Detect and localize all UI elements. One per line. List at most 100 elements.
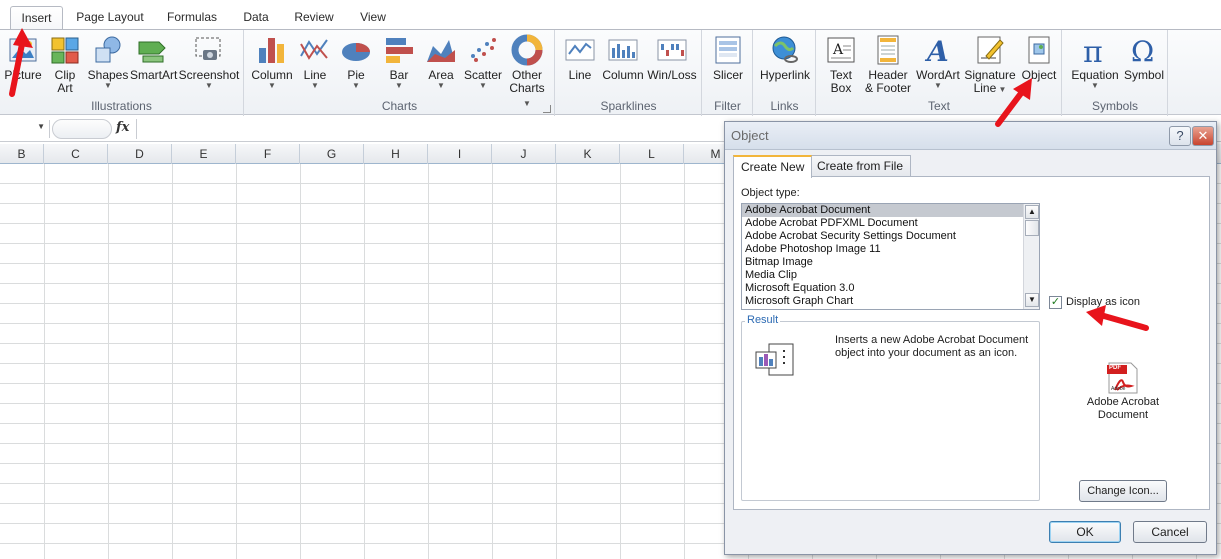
line-chart-icon xyxy=(300,39,328,60)
change-icon-button[interactable]: Change Icon... xyxy=(1079,480,1167,502)
clip-art-button[interactable]: Clip Art xyxy=(46,32,84,95)
scatter-chart-icon xyxy=(471,38,496,62)
group-charts: Column ▼ Line ▼ Pie ▼ Bar ▼ Area ▼ Scatt… xyxy=(245,30,555,116)
name-box[interactable]: ▼ xyxy=(0,120,50,138)
column-chart-button[interactable]: Column ▼ xyxy=(249,32,295,90)
bar-chart-button[interactable]: Bar ▼ xyxy=(379,32,419,90)
help-button[interactable]: ? xyxy=(1169,126,1191,146)
signature-line-button[interactable]: Signature Line ▼ xyxy=(963,32,1017,96)
scatter-chart-button[interactable]: Scatter ▼ xyxy=(461,32,505,90)
sparkline-line-button[interactable]: Line xyxy=(560,32,600,82)
icon-caption-line2: Document xyxy=(1097,409,1149,421)
chevron-down-icon: ▼ xyxy=(311,81,319,90)
dialog-title-bar[interactable]: Object ? ✕ xyxy=(725,122,1216,150)
tab-create-new[interactable]: Create New xyxy=(733,155,813,178)
column-header[interactable]: F xyxy=(236,144,300,164)
column-header[interactable]: E xyxy=(172,144,236,164)
text-box-label-line1: Text xyxy=(829,68,852,82)
line-chart-button[interactable]: Line ▼ xyxy=(295,32,335,90)
tab-formulas[interactable]: Formulas xyxy=(160,6,224,30)
column-header[interactable]: B xyxy=(0,144,44,164)
wordart-label: WordArt xyxy=(916,68,960,82)
smartart-button[interactable]: SmartArt xyxy=(130,32,177,82)
sparkline-winloss-button[interactable]: Win/Loss xyxy=(646,32,698,82)
picture-button[interactable]: Picture xyxy=(2,32,44,82)
scatter-label: Scatter xyxy=(463,68,502,82)
ok-button[interactable]: OK xyxy=(1049,521,1121,543)
tab-create-from-file[interactable]: Create from File xyxy=(809,155,912,177)
object-type-list[interactable]: Adobe Acrobat Document Adobe Acrobat PDF… xyxy=(741,203,1040,310)
bar-chart-icon xyxy=(386,38,413,63)
column-header[interactable]: C xyxy=(44,144,108,164)
svg-text:Ω: Ω xyxy=(1131,35,1154,66)
dialog-title: Object xyxy=(731,128,769,143)
equation-label: Equation xyxy=(1071,68,1119,82)
column-header[interactable]: H xyxy=(364,144,428,164)
adobe-label: Adobe xyxy=(1111,386,1126,392)
close-button[interactable]: ✕ xyxy=(1192,126,1214,146)
charts-dialog-launcher[interactable] xyxy=(543,105,551,113)
column-header[interactable]: G xyxy=(300,144,364,164)
wordart-icon: A xyxy=(924,35,949,66)
screenshot-button[interactable]: Screenshot ▼ xyxy=(178,32,240,90)
svg-text:A: A xyxy=(832,42,844,58)
wordart-button[interactable]: A WordArt ▼ xyxy=(915,32,961,90)
symbol-button[interactable]: Ω Symbol xyxy=(1123,32,1165,82)
scroll-thumb[interactable] xyxy=(1025,220,1039,236)
list-item[interactable]: Adobe Acrobat Document xyxy=(742,204,1039,217)
bar-label: Bar xyxy=(389,68,409,82)
column-chart-icon xyxy=(259,38,284,63)
tab-insert[interactable]: Insert xyxy=(10,6,63,30)
text-box-button[interactable]: A Text Box xyxy=(821,32,861,95)
sparkline-winloss-icon xyxy=(657,39,687,61)
chevron-down-icon: ▼ xyxy=(479,81,487,90)
column-header[interactable]: L xyxy=(620,144,684,164)
column-header[interactable]: D xyxy=(108,144,172,164)
column-header[interactable]: K xyxy=(556,144,620,164)
chevron-down-icon: ▼ xyxy=(395,81,403,90)
tab-review[interactable]: Review xyxy=(288,6,340,30)
list-item[interactable]: Microsoft Equation 3.0 xyxy=(742,282,1039,295)
list-item[interactable]: Bitmap Image xyxy=(742,256,1039,269)
clip-art-label-line2: Art xyxy=(57,81,73,95)
scroll-up-icon[interactable]: ▲ xyxy=(1025,205,1039,219)
header-footer-button[interactable]: Header & Footer xyxy=(863,32,913,95)
chevron-down-icon: ▼ xyxy=(437,81,445,90)
tab-page-layout[interactable]: Page Layout xyxy=(71,6,149,30)
slicer-button[interactable]: Slicer xyxy=(705,32,751,82)
equation-button[interactable]: π Equation ▼ xyxy=(1067,32,1123,90)
display-as-icon-label[interactable]: Display as icon xyxy=(1066,296,1140,308)
tab-data[interactable]: Data xyxy=(236,6,276,30)
list-item[interactable]: Media Clip xyxy=(742,269,1039,282)
list-item[interactable]: Adobe Acrobat Security Settings Document xyxy=(742,230,1039,243)
list-item[interactable]: Microsoft Graph Chart xyxy=(742,295,1039,308)
list-item[interactable]: Adobe Photoshop Image 11 xyxy=(742,243,1039,256)
pie-chart-button[interactable]: Pie ▼ xyxy=(337,32,375,90)
omega-icon: Ω xyxy=(1131,35,1154,66)
formula-controls xyxy=(52,119,112,139)
list-scrollbar[interactable]: ▲ ▼ xyxy=(1023,204,1039,309)
area-chart-button[interactable]: Area ▼ xyxy=(421,32,461,90)
hyperlink-button[interactable]: Hyperlink xyxy=(756,32,814,82)
insert-function-icon[interactable]: fx xyxy=(116,120,129,135)
tab-view[interactable]: View xyxy=(352,6,394,30)
sparkline-column-button[interactable]: Column xyxy=(602,32,644,82)
object-button[interactable]: Object xyxy=(1019,32,1059,82)
svg-text:A: A xyxy=(924,35,949,66)
display-as-icon-checkbox[interactable]: ✓ xyxy=(1049,296,1062,309)
object-label: Object xyxy=(1021,68,1057,82)
list-item[interactable]: Adobe Acrobat PDFXML Document xyxy=(742,217,1039,230)
scroll-down-icon[interactable]: ▼ xyxy=(1025,293,1039,307)
group-illustrations: Picture Clip Art Shapes ▼ SmartArt Scree… xyxy=(0,30,244,116)
shapes-button[interactable]: Shapes ▼ xyxy=(86,32,130,90)
result-description: Inserts a new Adobe Acrobat Document obj… xyxy=(835,334,1029,359)
area-label: Area xyxy=(428,68,454,82)
column-header[interactable]: I xyxy=(428,144,492,164)
object-icon xyxy=(1028,36,1050,64)
signature-label-line2: Line xyxy=(973,81,997,95)
picture-icon xyxy=(9,38,37,62)
excel-window: Insert Page Layout Formulas Data Review … xyxy=(0,0,1221,559)
cancel-button[interactable]: Cancel xyxy=(1133,521,1207,543)
column-header[interactable]: J xyxy=(492,144,556,164)
object-type-label: Object type: xyxy=(741,187,800,199)
